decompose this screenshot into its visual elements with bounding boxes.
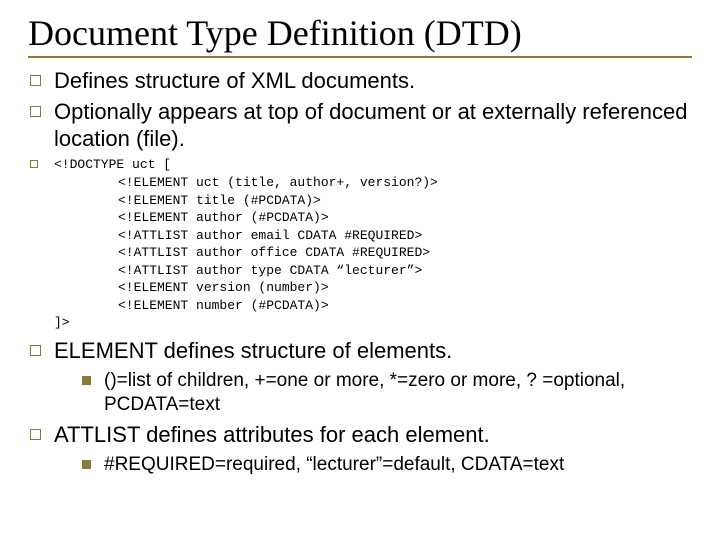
sub-bullet-text: #REQUIRED=required, “lecturer”=default, … [104, 454, 564, 475]
bullet-item: Optionally appears at top of document or… [28, 99, 692, 153]
code-line: <!ELEMENT title (#PCDATA)> [54, 192, 692, 210]
bullet-list: Defines structure of XML documents. Opti… [28, 68, 692, 477]
square-bullet-icon [30, 429, 41, 440]
bullet-text: Optionally appears at top of document or… [54, 99, 687, 151]
square-bullet-filled-icon [82, 460, 91, 469]
code-line: <!ELEMENT number (#PCDATA)> [54, 297, 692, 315]
sub-bullet-item: #REQUIRED=required, “lecturer”=default, … [54, 453, 692, 477]
square-bullet-icon [30, 75, 41, 86]
code-block: <!DOCTYPE uct [ <!ELEMENT uct (title, au… [54, 156, 692, 331]
code-line: <!ELEMENT author (#PCDATA)> [54, 209, 692, 227]
sub-bullet-list: #REQUIRED=required, “lecturer”=default, … [54, 453, 692, 477]
bullet-text: ELEMENT defines structure of elements. [54, 338, 452, 363]
square-bullet-icon [30, 106, 41, 117]
square-bullet-icon [30, 345, 41, 356]
square-bullet-filled-icon [82, 376, 91, 385]
slide-title: Document Type Definition (DTD) [28, 12, 692, 58]
code-line: <!ATTLIST author office CDATA #REQUIRED> [54, 244, 692, 262]
code-line: <!ATTLIST author type CDATA “lecturer”> [54, 262, 692, 280]
code-line: <!ATTLIST author email CDATA #REQUIRED> [54, 227, 692, 245]
sub-bullet-text: ()=list of children, +=one or more, *=ze… [104, 370, 625, 415]
bullet-item: ATTLIST defines attributes for each elem… [28, 422, 692, 477]
code-line: ]> [54, 315, 70, 330]
code-line: <!ELEMENT uct (title, author+, version?)… [54, 174, 692, 192]
slide: Document Type Definition (DTD) Defines s… [0, 0, 720, 495]
bullet-item: Defines structure of XML documents. [28, 68, 692, 95]
bullet-item-code: <!DOCTYPE uct [ <!ELEMENT uct (title, au… [28, 156, 692, 331]
bullet-item: ELEMENT defines structure of elements. (… [28, 338, 692, 416]
bullet-text: ATTLIST defines attributes for each elem… [54, 422, 490, 447]
bullet-text: Defines structure of XML documents. [54, 68, 415, 93]
code-line: <!DOCTYPE uct [ [54, 157, 171, 172]
sub-bullet-list: ()=list of children, +=one or more, *=ze… [54, 369, 692, 417]
code-line: <!ELEMENT version (number)> [54, 279, 692, 297]
square-bullet-icon [30, 160, 38, 168]
sub-bullet-item: ()=list of children, +=one or more, *=ze… [54, 369, 692, 417]
